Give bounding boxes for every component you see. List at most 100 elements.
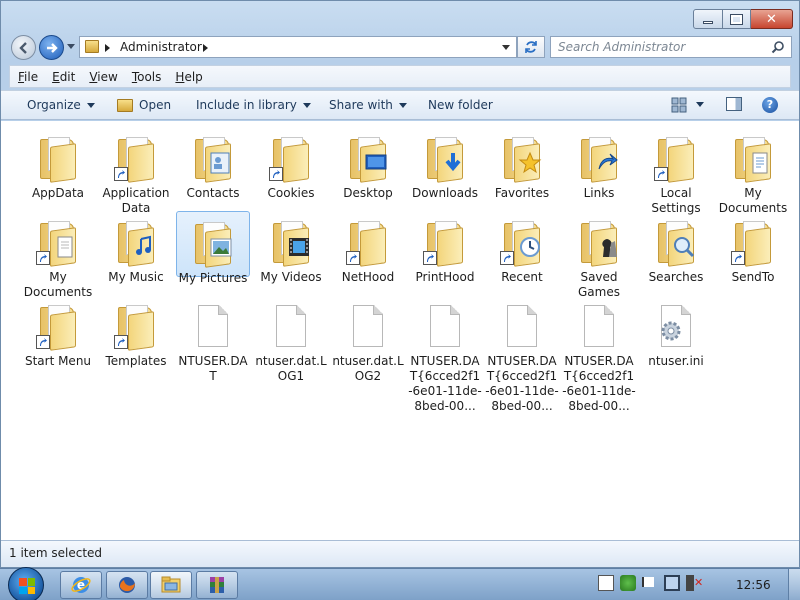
folder-item[interactable]: Templates <box>99 295 173 369</box>
menu-tools-rest: ools <box>137 69 162 84</box>
folder-item[interactable]: My Music <box>99 211 173 285</box>
folder-item[interactable]: Saved Games <box>562 211 636 300</box>
item-label: NTUSER.DAT{6cced2f1-6e01-11de-8bed-00... <box>408 354 482 413</box>
folder-item[interactable]: My Pictures <box>176 211 250 285</box>
new-folder-button[interactable]: New folder <box>428 98 493 112</box>
refresh-button[interactable] <box>517 36 545 58</box>
action-center-icon[interactable] <box>598 575 614 591</box>
preview-pane-icon[interactable] <box>726 97 742 111</box>
item-label: Searches <box>648 270 704 284</box>
file-item[interactable]: NTUSER.DAT <box>176 295 250 384</box>
back-button[interactable] <box>11 35 36 60</box>
folder-item[interactable]: Local Settings <box>639 127 713 216</box>
file-item[interactable]: NTUSER.DAT{6cced2f1-6e01-11de-8bed-00... <box>485 295 559 414</box>
file-item[interactable]: ntuser.dat.LOG2 <box>331 295 405 384</box>
caption-buttons: ✕ <box>693 9 793 29</box>
title-bar[interactable]: ✕ <box>1 1 799 31</box>
change-view-icon[interactable] <box>671 97 687 113</box>
folder-item[interactable]: SendTo <box>716 211 790 285</box>
shortcut-arrow-icon <box>731 251 745 265</box>
file-item[interactable]: ntuser.ini <box>639 295 713 369</box>
breadcrumb-administrator[interactable]: Administrator <box>120 40 202 54</box>
address-dropdown-icon[interactable] <box>502 45 510 50</box>
maximize-icon <box>730 13 743 25</box>
taskbar-winrar[interactable] <box>196 571 238 599</box>
folder-item[interactable]: Contacts <box>176 127 250 201</box>
search-placeholder: Search Administrator <box>558 40 686 54</box>
search-input[interactable]: Search Administrator <box>550 36 792 58</box>
menu-view[interactable]: View <box>89 70 117 84</box>
folder-item[interactable]: Start Menu <box>21 295 95 369</box>
breadcrumb-arrow-icon[interactable] <box>203 44 208 52</box>
file-list[interactable]: AppData Application Data Contacts Cookies De… <box>1 121 799 540</box>
item-label: Recent <box>501 270 543 284</box>
menu-help[interactable]: Help <box>175 70 202 84</box>
folder-item[interactable]: NetHood <box>331 211 405 285</box>
menu-edit[interactable]: Edit <box>52 70 75 84</box>
shortcut-arrow-icon <box>500 251 514 265</box>
searches-folder-icon <box>652 219 700 267</box>
recent-folder-icon <box>498 219 546 267</box>
winrar-icon <box>210 577 224 593</box>
open-button[interactable]: Open <box>117 98 171 112</box>
organize-button[interactable]: Organize <box>27 98 95 112</box>
view-options-dropdown[interactable] <box>696 102 704 107</box>
item-label: ntuser.dat.LOG2 <box>332 354 404 383</box>
item-label: AppData <box>31 186 85 200</box>
folder-item[interactable]: Downloads <box>408 127 482 201</box>
close-icon: ✕ <box>766 11 777 27</box>
address-bar[interactable]: Administrator <box>79 36 517 58</box>
volume-muted-icon[interactable]: ✕ <box>686 575 703 591</box>
folder-item[interactable]: Cookies <box>254 127 328 201</box>
flag-icon[interactable] <box>642 577 658 587</box>
folder-item[interactable]: Favorites <box>485 127 559 201</box>
item-label: NetHood <box>341 270 395 284</box>
share-with-button[interactable]: Share with <box>329 98 407 112</box>
chevron-down-icon <box>86 102 95 108</box>
include-in-library-button[interactable]: Include in library <box>196 98 311 112</box>
folder-item[interactable]: AppData <box>21 127 95 201</box>
search-icon[interactable] <box>771 40 785 54</box>
start-button[interactable] <box>8 567 44 600</box>
help-icon[interactable]: ? <box>762 97 778 113</box>
refresh-icon <box>525 41 537 53</box>
folder-item[interactable]: Searches <box>639 211 713 285</box>
shortcut-arrow-icon <box>654 167 668 181</box>
open-folder-icon <box>117 98 133 112</box>
folder-item[interactable]: Desktop <box>331 127 405 201</box>
folder-item[interactable]: Application Data <box>99 127 173 216</box>
organize-label: Organize <box>27 98 81 112</box>
folder-shortcut-icon <box>112 303 160 351</box>
close-button[interactable]: ✕ <box>751 9 793 29</box>
taskbar: e ✕ 12:56 <box>0 567 800 600</box>
folder-item[interactable]: Recent <box>485 211 559 285</box>
forward-button[interactable] <box>39 35 64 60</box>
folder-item[interactable]: PrintHood <box>408 211 482 285</box>
recent-pages-dropdown[interactable] <box>67 44 75 49</box>
folder-shortcut-icon <box>34 303 82 351</box>
folder-item[interactable]: My Videos <box>254 211 328 285</box>
security-shield-icon[interactable] <box>620 575 636 591</box>
breadcrumb-arrow-icon[interactable] <box>105 44 110 52</box>
minimize-button[interactable] <box>693 9 723 29</box>
folder-item[interactable]: My Documents <box>716 127 790 216</box>
show-desktop-button[interactable] <box>788 569 800 600</box>
network-icon[interactable] <box>664 575 680 591</box>
taskbar-firefox[interactable] <box>106 571 148 599</box>
contacts-folder-icon <box>189 135 237 183</box>
file-item[interactable]: NTUSER.DAT{6cced2f1-6e01-11de-8bed-00... <box>408 295 482 414</box>
taskbar-windows-explorer[interactable] <box>150 571 192 599</box>
chevron-down-icon <box>302 102 311 108</box>
menu-file-rest: ile <box>24 69 39 84</box>
folder-item[interactable]: Links <box>562 127 636 201</box>
folder-item[interactable]: My Documents <box>21 211 95 300</box>
maximize-button[interactable] <box>723 9 751 29</box>
menu-file[interactable]: File <box>18 70 38 84</box>
clock[interactable]: 12:56 <box>736 578 771 592</box>
menu-tools[interactable]: Tools <box>132 70 162 84</box>
item-label: My Pictures <box>178 271 248 285</box>
file-item[interactable]: NTUSER.DAT{6cced2f1-6e01-11de-8bed-00... <box>562 295 636 414</box>
shortcut-arrow-icon <box>346 251 360 265</box>
file-item[interactable]: ntuser.dat.LOG1 <box>254 295 328 384</box>
taskbar-internet-explorer[interactable]: e <box>60 571 102 599</box>
